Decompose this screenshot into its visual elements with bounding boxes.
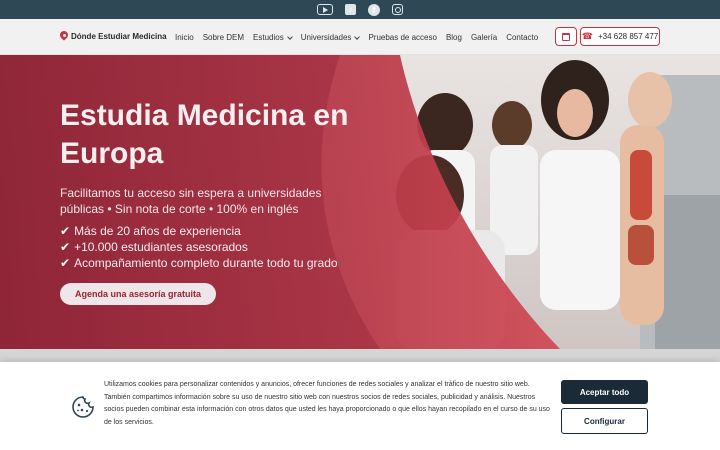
brand-logo[interactable]: Dónde Estudiar Medicina	[60, 31, 167, 42]
youtube-icon[interactable]	[317, 4, 333, 15]
nav-item-blog[interactable]: Blog	[446, 33, 462, 42]
nav-item-label: Pruebas de acceso	[368, 33, 437, 42]
hero-title: Estudia Medicina en Europa	[60, 99, 349, 170]
cookie-banner: Utilizamos cookies para personalizar con…	[0, 362, 720, 450]
configure-cookies-button[interactable]: Configurar	[561, 408, 648, 434]
nav-item-pruebas-de-acceso[interactable]: Pruebas de acceso	[368, 33, 437, 42]
chevron-down-icon	[354, 33, 361, 40]
facebook-icon[interactable]: f	[368, 3, 380, 16]
hero-benefits: ✔ Más de 20 años de experiencia ✔ +10.000 e…	[60, 223, 360, 271]
calendar-icon	[562, 32, 570, 41]
instagram-icon[interactable]	[392, 4, 403, 15]
nav-item-label: Estudios	[253, 33, 284, 42]
nav-item-galería[interactable]: Galería	[471, 33, 497, 42]
nav-item-label: Blog	[445, 33, 462, 42]
hero-benefit-text: Acompañamiento completo durante todo tu …	[74, 256, 338, 270]
phone-button[interactable]: ☎ +34 628 857 477	[580, 27, 660, 46]
hero-subtitle: Facilitamos tu acceso sin espera a unive…	[60, 186, 322, 216]
checkmark-icon: ✔	[60, 256, 71, 270]
nav-item-label: Galería	[470, 33, 498, 42]
nav-item-sobre-dem[interactable]: Sobre DEM	[203, 33, 244, 42]
hero-benefit-item: ✔ Acompañamiento completo durante todo tu…	[60, 255, 360, 271]
phone-icon: ☎	[581, 31, 593, 41]
hero-section: Estudia Medicina en Europa Facilitamos t…	[0, 55, 720, 349]
book-consultation-button[interactable]: Agenda una asesoría gratuita	[60, 283, 216, 305]
nav-item-label: Inicio	[175, 33, 194, 42]
hero-benefit-text: Más de 20 años de experiencia	[74, 224, 241, 238]
chevron-down-icon	[286, 33, 293, 40]
nav-item-label: Sobre DEM	[202, 33, 245, 42]
nav-item-label: Universidades	[300, 33, 352, 42]
cookie-message: Utilizamos cookies para personalizar con…	[104, 381, 550, 426]
hero-benefit-text: +10.000 estudiantes asesorados	[74, 240, 248, 254]
nav-item-estudios[interactable]: Estudios	[253, 33, 293, 42]
checkmark-icon: ✔	[60, 240, 71, 254]
nav-item-inicio[interactable]: Inicio	[175, 33, 194, 42]
phone-number: +34 628 857 477	[597, 32, 659, 41]
calendar-button[interactable]	[555, 27, 577, 46]
social-bar: ♪ f	[0, 0, 720, 19]
cookie-icon	[72, 396, 94, 418]
hero-benefit-item: ✔ +10.000 estudiantes asesorados	[60, 239, 360, 255]
nav-menu: Inicio Sobre DEM Estudios Universidades Prue…	[175, 33, 547, 42]
checkmark-icon: ✔	[60, 224, 71, 238]
nav-item-universidades[interactable]: Universidades	[300, 33, 361, 42]
accept-all-button[interactable]: Aceptar todo	[561, 380, 648, 404]
hero-text: Estudia Medicina en Europa Facilitamos t…	[60, 97, 360, 271]
nav-item-label: Contacto	[506, 33, 539, 42]
map-pin-icon	[60, 31, 68, 42]
brand-name: Dónde Estudiar Medicina	[71, 32, 167, 41]
nav-item-contacto[interactable]: Contacto	[506, 33, 538, 42]
tiktok-icon[interactable]: ♪	[345, 4, 356, 15]
hero-benefit-item: ✔ Más de 20 años de experiencia	[60, 223, 360, 239]
